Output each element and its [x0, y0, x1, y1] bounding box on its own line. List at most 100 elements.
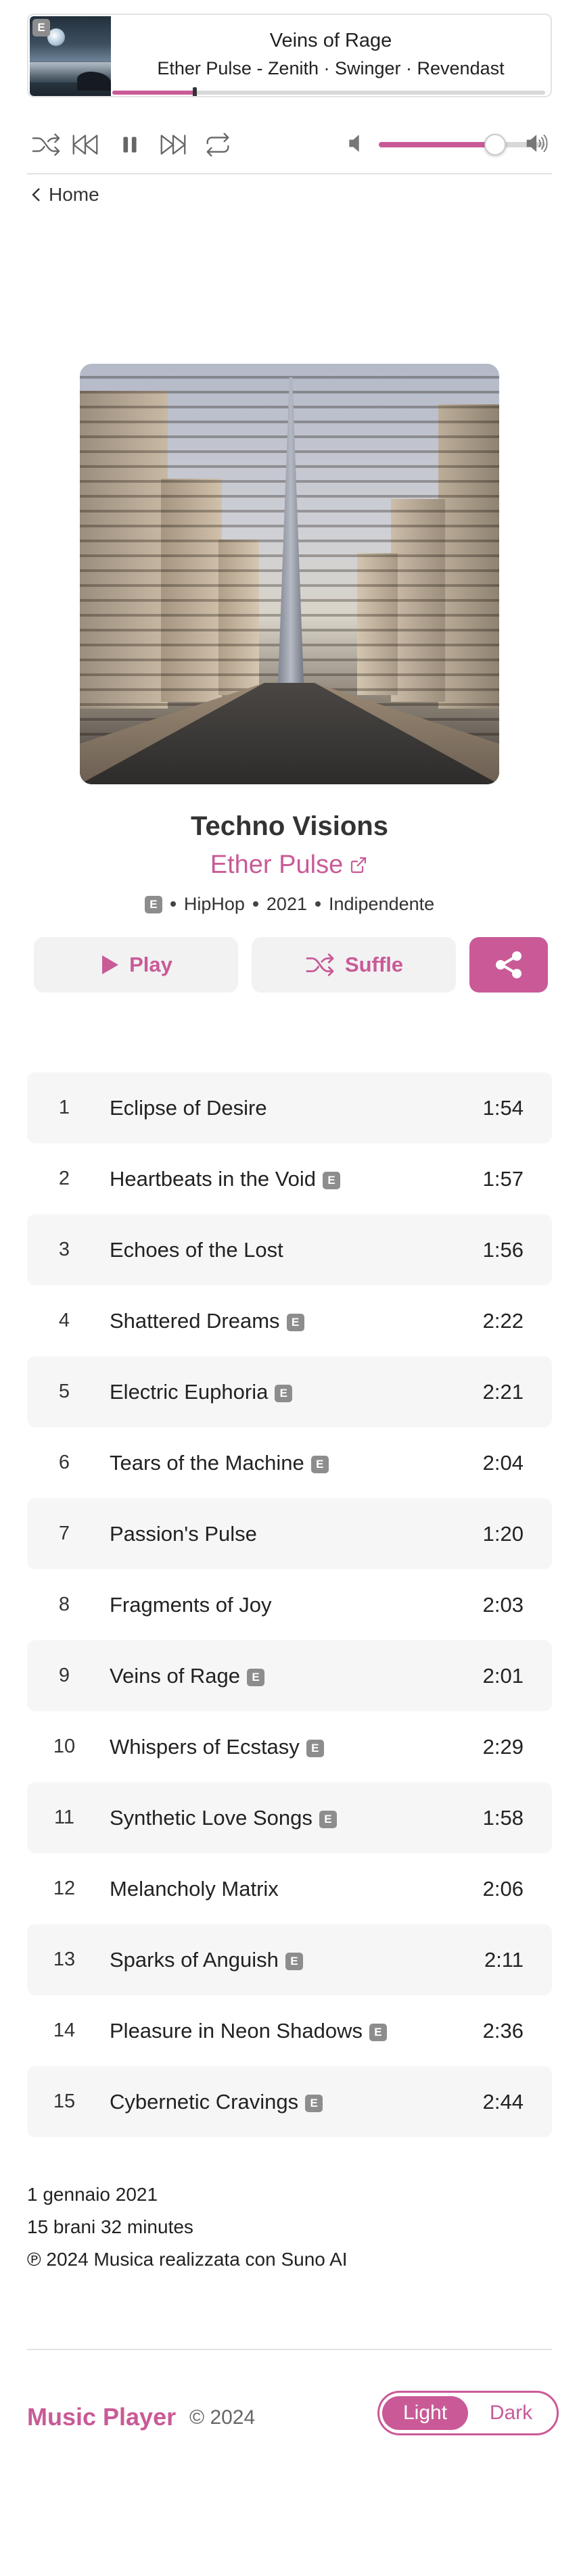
play-icon [102, 955, 119, 974]
explicit-badge: E [369, 2024, 387, 2041]
phonographic-copyright: ℗ 2024 Musica realizzata con Suno AI [27, 2249, 348, 2270]
explicit-badge: E [144, 896, 162, 913]
track-row[interactable]: 12 Melancholy Matrix 2:06 [27, 1853, 552, 1924]
album-year: 2021 [266, 894, 307, 914]
now-playing-title: Veins of Rage [269, 30, 392, 51]
track-number: 8 [58, 1594, 70, 1615]
shuffle-icon[interactable] [27, 126, 65, 164]
track-duration: 1:54 [482, 1096, 524, 1120]
track-duration: 2:03 [482, 1593, 524, 1617]
track-title-cell: Veins of Rage E [110, 1640, 265, 1711]
track-title-cell: Echoes of the Lost [110, 1214, 283, 1285]
track-title-cell: Tears of the Machine E [110, 1427, 329, 1498]
shuffle-icon [306, 953, 334, 976]
footer-copyright: © 2024 [189, 2406, 256, 2429]
track-title: Eclipse of Desire [110, 1096, 267, 1120]
track-title: Sparks of Anguish [110, 1948, 279, 1972]
home-label: Home [49, 184, 99, 205]
track-duration: 2:21 [482, 1380, 524, 1404]
track-duration: 1:57 [482, 1167, 524, 1191]
track-title-cell: Passion's Pulse [110, 1498, 257, 1569]
track-title: Fragments of Joy [110, 1593, 272, 1617]
explicit-badge: E [285, 1953, 303, 1970]
track-duration: 1:56 [482, 1238, 524, 1262]
track-row[interactable]: 5 Electric Euphoria E 2:21 [27, 1356, 552, 1427]
track-number: 15 [53, 2091, 76, 2112]
theme-toggle[interactable]: Light Dark [377, 2391, 559, 2435]
track-list: 1 Eclipse of Desire 1:54 2 Heartbeats in the… [27, 1072, 552, 2137]
explicit-badge: E [310, 1456, 329, 1473]
theme-light-option[interactable]: Light [382, 2396, 468, 2430]
volume-low-icon[interactable] [345, 131, 372, 158]
now-playing-card: E Veins of Rage Ether Pulse - Zenith · S… [27, 14, 552, 97]
track-number: 1 [58, 1097, 70, 1118]
progress-handle[interactable] [192, 87, 197, 96]
track-title: Electric Euphoria [110, 1380, 269, 1404]
track-duration: 2:04 [482, 1451, 524, 1475]
track-number: 2 [58, 1168, 70, 1189]
theme-dark-option[interactable]: Dark [468, 2396, 554, 2430]
track-title-cell: Whispers of Ecstasy E [110, 1711, 324, 1782]
track-number: 9 [58, 1665, 70, 1686]
volume-high-icon[interactable] [525, 131, 552, 158]
home-link[interactable]: Home [28, 181, 99, 208]
track-title-cell: Eclipse of Desire [110, 1072, 267, 1143]
track-title-cell: Cybernetic Cravings E [110, 2066, 323, 2137]
track-title-cell: Shattered Dreams E [110, 1285, 304, 1356]
volume-slider[interactable] [379, 134, 545, 156]
track-title: Shattered Dreams [110, 1309, 280, 1333]
footer-brand[interactable]: Music Player [27, 2403, 176, 2431]
pause-icon[interactable] [111, 126, 149, 164]
track-title-cell: Synthetic Love Songs E [110, 1782, 337, 1853]
track-summary: 15 brani 32 minutes [27, 2216, 193, 2237]
progress-fill [112, 91, 195, 95]
track-row[interactable]: 2 Heartbeats in the Void E 1:57 [27, 1143, 552, 1214]
play-button[interactable]: Play [34, 937, 238, 993]
track-row[interactable]: 14 Pleasure in Neon Shadows E 2:36 [27, 1995, 552, 2066]
album-artist-link[interactable]: Ether Pulse [0, 851, 579, 880]
chevron-left-icon [32, 188, 40, 201]
next-icon[interactable] [154, 126, 192, 164]
album-meta: E HipHop 2021 Indipendente [0, 894, 579, 915]
track-number: 10 [53, 1736, 76, 1757]
track-row[interactable]: 13 Sparks of Anguish E 2:11 [27, 1924, 552, 1995]
track-title-cell: Melancholy Matrix [110, 1853, 279, 1924]
album-info: 1 gennaio 2021 15 brani 32 minutes ℗ 202… [27, 2178, 348, 2276]
track-duration: 1:20 [482, 1522, 524, 1546]
track-title-cell: Heartbeats in the Void E [110, 1143, 341, 1214]
previous-icon[interactable] [66, 126, 104, 164]
track-row[interactable]: 15 Cybernetic Cravings E 2:44 [27, 2066, 552, 2137]
album-title: Techno Visions [191, 811, 388, 841]
volume-fill [379, 142, 496, 147]
track-title: Cybernetic Cravings [110, 2090, 299, 2114]
volume-handle[interactable] [484, 134, 507, 156]
track-row[interactable]: 8 Fragments of Joy 2:03 [27, 1569, 552, 1640]
progress-bar[interactable] [112, 87, 545, 96]
track-title: Veins of Rage [110, 1664, 241, 1688]
track-row[interactable]: 10 Whispers of Ecstasy E 2:29 [27, 1711, 552, 1782]
explicit-badge: E [286, 1314, 304, 1331]
track-row[interactable]: 4 Shattered Dreams E 2:22 [27, 1285, 552, 1356]
track-number: 13 [53, 1949, 76, 1970]
album-artist-name: Ether Pulse [210, 851, 344, 879]
shuffle-button[interactable]: Suffle [252, 937, 456, 993]
track-row[interactable]: 11 Synthetic Love Songs E 1:58 [27, 1782, 552, 1853]
explicit-badge: E [319, 1811, 337, 1828]
explicit-badge: E [306, 1740, 324, 1757]
track-row[interactable]: 9 Veins of Rage E 2:01 [27, 1640, 552, 1711]
track-title: Whispers of Ecstasy [110, 1735, 300, 1759]
share-button[interactable] [469, 937, 548, 993]
track-row[interactable]: 3 Echoes of the Lost 1:56 [27, 1214, 552, 1285]
track-title-cell: Pleasure in Neon Shadows E [110, 1995, 387, 2066]
track-number: 6 [58, 1452, 70, 1473]
track-row[interactable]: 6 Tears of the Machine E 2:04 [27, 1427, 552, 1498]
repeat-icon[interactable] [199, 126, 237, 164]
track-row[interactable]: 1 Eclipse of Desire 1:54 [27, 1072, 552, 1143]
track-duration: 2:11 [484, 1948, 524, 1972]
track-row[interactable]: 7 Passion's Pulse 1:20 [27, 1498, 552, 1569]
play-label: Play [129, 953, 172, 976]
now-playing-artists: Ether Pulse - Zenith · Swinger · Revenda… [157, 58, 505, 78]
album-genre: HipHop [183, 894, 245, 914]
track-duration: 2:22 [482, 1309, 524, 1333]
track-title-cell: Sparks of Anguish E [110, 1924, 303, 1995]
